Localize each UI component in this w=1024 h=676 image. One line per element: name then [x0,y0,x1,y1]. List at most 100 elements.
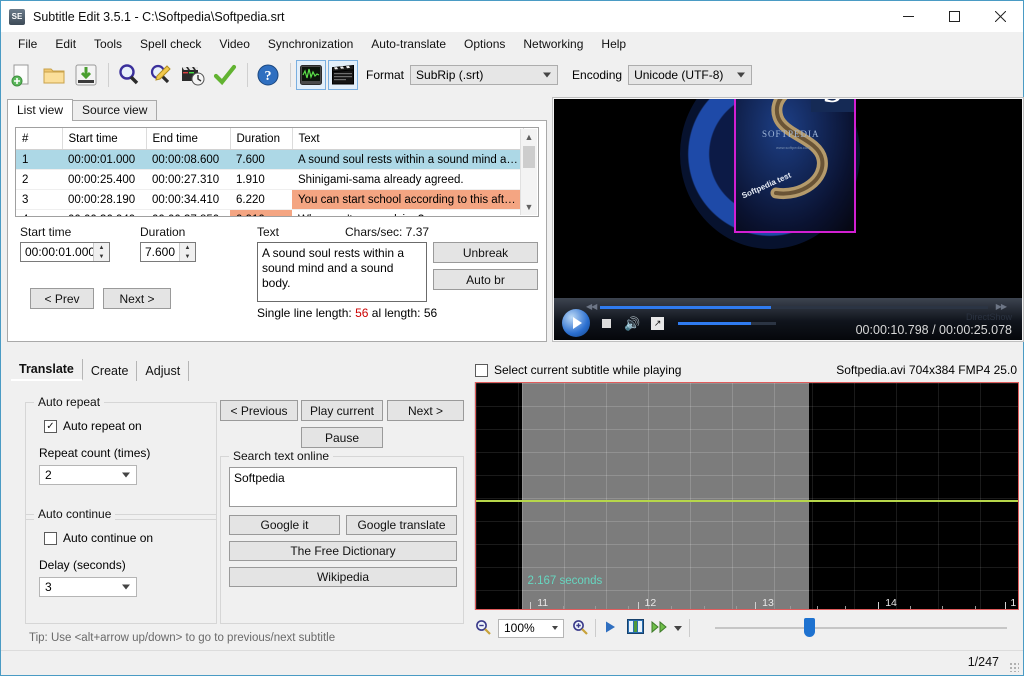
chevron-down-icon [543,72,552,78]
table-row[interactable]: 2 00:00:25.400 00:00:27.310 1.910 Shinig… [16,169,523,190]
col-duration[interactable]: Duration [230,128,293,150]
zoom-level-select[interactable]: 100% [498,618,564,638]
save-icon[interactable] [71,60,101,90]
select-while-playing-checkbox[interactable] [475,363,488,377]
chevron-down-icon[interactable] [674,625,682,631]
pause-button[interactable]: Pause [301,427,383,448]
fast-forward-icon[interactable] [651,620,669,637]
menu-auto-translate[interactable]: Auto-translate [362,34,455,54]
auto-repeat-checkbox-row[interactable]: ✓ Auto repeat on [44,419,142,433]
replace-icon[interactable] [146,60,176,90]
tab-source-view[interactable]: Source view [72,100,158,120]
encoding-select[interactable]: Unicode (UTF-8) [628,65,753,85]
help-icon[interactable]: ? [253,60,283,90]
tab-translate[interactable]: Translate [11,359,83,381]
auto-repeat-checkbox[interactable]: ✓ [44,419,57,433]
speaker-icon[interactable]: 🔊 [624,317,640,330]
delay-select[interactable]: 3 [39,577,137,597]
chevron-down-icon [122,584,130,590]
repeat-count-select[interactable]: 2 [39,465,137,485]
repeat-count-value: 2 [45,468,52,482]
previous-button[interactable]: < Previous [220,400,298,421]
resize-grip-icon[interactable] [1009,662,1019,672]
col-start-time[interactable]: Start time [62,128,147,150]
list-scrollbar[interactable]: ▲ ▼ [520,129,537,215]
menu-edit[interactable]: Edit [46,34,85,54]
col-end-time[interactable]: End time [146,128,231,150]
menu-networking[interactable]: Networking [514,34,592,54]
select-while-playing-label: Select current subtitle while playing [494,363,682,377]
menu-synchronization[interactable]: Synchronization [259,34,362,54]
duration-stepper[interactable]: ▲ ▼ [179,243,195,261]
fullscreen-icon[interactable]: ↗ [651,316,665,330]
maximize-button[interactable] [931,1,977,32]
filmstrip-icon[interactable] [627,619,644,637]
format-select[interactable]: SubRip (.srt) [410,65,559,85]
find-icon[interactable] [114,60,144,90]
tab-list-view[interactable]: List view [7,99,74,121]
scroll-up-icon[interactable]: ▲ [521,129,537,145]
scroll-thumb[interactable] [523,146,535,168]
col-text[interactable]: Text [292,128,524,150]
tab-adjust[interactable]: Adjust [137,361,190,381]
search-input[interactable]: Softpedia [229,467,457,507]
cell-duration: 7.600 [230,149,292,170]
auto-continue-checkbox[interactable] [44,531,57,545]
waveform-splitter[interactable] [467,382,475,610]
waveform-toggle-icon[interactable] [296,60,326,90]
google-it-button[interactable]: Google it [229,515,340,535]
menu-video[interactable]: Video [210,34,258,54]
waveform-display[interactable]: 2.167 seconds 11 12 13 14 1 [475,382,1019,610]
spellcheck-icon[interactable] [210,60,240,90]
menu-options[interactable]: Options [455,34,514,54]
google-translate-button[interactable]: Google translate [346,515,457,535]
waveform-position-slider[interactable] [715,617,1007,639]
subtitle-text-input[interactable]: A sound soul rests within a sound mind a… [257,242,427,302]
subtitle-list[interactable]: # Start time End time Duration Text 1 00… [15,127,539,217]
wikipedia-button[interactable]: Wikipedia [229,567,457,587]
sync-icon[interactable] [178,60,208,90]
next-button[interactable]: Next > [387,400,464,421]
prev-button[interactable]: < Prev [30,288,94,309]
menu-help[interactable]: Help [592,34,635,54]
table-row[interactable]: 4 00:00:36.940 00:00:37.850 0.910 Why ar… [16,209,523,216]
menu-tools[interactable]: Tools [85,34,131,54]
menu-spell-check[interactable]: Spell check [131,34,210,54]
video-toggle-icon[interactable] [328,60,358,90]
video-screen[interactable]: S SOFTPEDIA www.softpedia.com Softpedia … [554,99,1022,300]
auto-br-button[interactable]: Auto br [433,269,538,290]
slider-thumb[interactable] [804,618,816,637]
video-poster: S SOFTPEDIA www.softpedia.com Softpedia … [734,99,856,233]
free-dictionary-button[interactable]: The Free Dictionary [229,541,457,561]
duration-input[interactable]: 7.600 ▲ ▼ [140,242,196,262]
tab-create[interactable]: Create [83,361,138,381]
zoom-in-icon[interactable] [572,619,588,638]
play-icon[interactable] [603,620,617,637]
select-while-playing-row[interactable]: Select current subtitle while playing [475,363,681,377]
zoom-out-icon[interactable] [475,619,491,638]
play-current-button[interactable]: Play current [301,400,383,421]
fast-forward-icon[interactable]: ▶▶ [996,302,1007,311]
next-button[interactable]: Next > [103,288,171,309]
scroll-down-icon[interactable]: ▼ [521,199,537,215]
new-file-icon[interactable] [7,60,37,90]
unbreak-button[interactable]: Unbreak [433,242,538,263]
close-button[interactable] [977,1,1023,32]
toolbar-separator-3 [290,63,291,87]
table-row[interactable]: 1 00:00:01.000 00:00:08.600 7.600 A soun… [16,149,523,170]
open-folder-icon[interactable] [39,60,69,90]
table-row[interactable]: 3 00:00:28.190 00:00:34.410 6.220 You ca… [16,189,523,210]
repeat-count-label: Repeat count (times) [39,446,151,460]
video-button-row: 🔊 ↗ [562,308,777,338]
cell-number: 3 [16,189,62,210]
start-time-stepper[interactable]: ▲ ▼ [93,243,109,261]
stop-icon[interactable] [602,318,611,328]
volume-slider[interactable] [678,321,777,325]
auto-continue-checkbox-row[interactable]: Auto continue on [44,531,153,545]
col-number[interactable]: # [16,128,63,150]
start-time-input[interactable]: 00:00:01.000 ▲ ▼ [20,242,110,262]
play-icon[interactable] [562,309,590,337]
toolbar-separator [108,63,109,87]
minimize-button[interactable] [885,1,931,32]
menu-file[interactable]: File [9,34,46,54]
